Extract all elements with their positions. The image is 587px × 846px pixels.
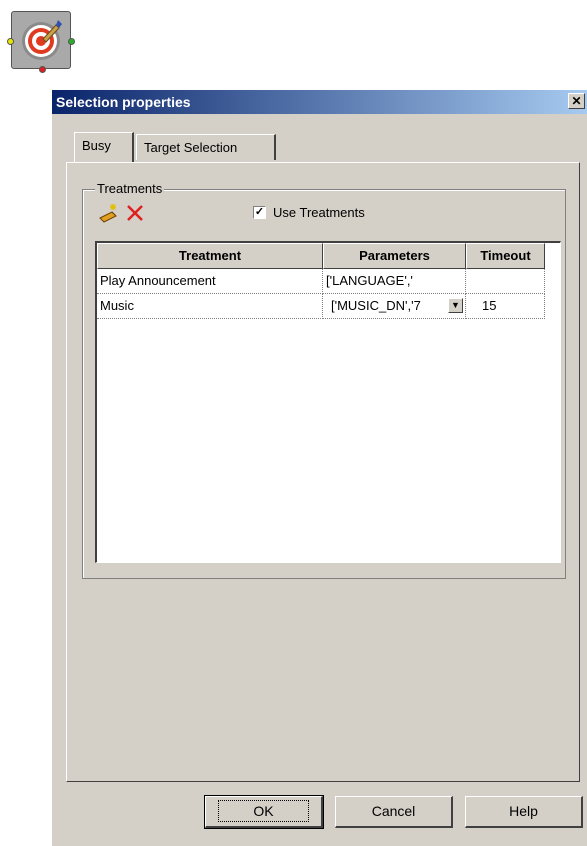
cell-treatment[interactable]: Play Announcement (97, 269, 323, 294)
input-port[interactable] (7, 38, 14, 45)
cell-timeout[interactable]: 15 (466, 294, 545, 319)
error-port[interactable] (39, 66, 46, 73)
cell-parameters-editor[interactable]: ['MUSIC_DN','7 ▼ (323, 294, 466, 319)
ok-button[interactable]: OK (204, 795, 324, 829)
column-header-treatment[interactable]: Treatment (97, 243, 323, 269)
title-bar[interactable]: Selection properties ✕ (52, 90, 587, 114)
cancel-button[interactable]: Cancel (335, 796, 453, 828)
close-button[interactable]: ✕ (568, 93, 585, 109)
cell-parameters[interactable]: ['LANGUAGE',' (323, 269, 466, 294)
target-selection-icon (22, 20, 62, 60)
treatments-group: Treatments ✓ Use Treatments Treatment Pa… (82, 181, 566, 579)
dialog-title: Selection properties (56, 94, 191, 110)
treatments-group-label: Treatments (95, 181, 165, 196)
column-header-parameters[interactable]: Parameters (323, 243, 466, 269)
dropdown-arrow-icon[interactable]: ▼ (448, 298, 463, 313)
tab-panel-busy: Treatments ✓ Use Treatments Treatment Pa… (66, 162, 580, 782)
treatments-table: Treatment Parameters Timeout Play Announ… (95, 241, 561, 563)
tab-target-selection[interactable]: Target Selection (136, 134, 276, 160)
selection-properties-dialog: Selection properties ✕ Busy Target Selec… (51, 89, 587, 846)
block-icon[interactable] (7, 11, 75, 73)
ok-button-label: OK (218, 800, 309, 822)
add-treatment-icon[interactable] (98, 202, 120, 224)
use-treatments-label: Use Treatments (273, 205, 365, 220)
column-header-timeout[interactable]: Timeout (466, 243, 545, 269)
cell-treatment[interactable]: Music (97, 294, 323, 319)
tab-busy[interactable]: Busy (74, 132, 134, 162)
use-treatments-checkbox[interactable]: ✓ (253, 206, 266, 219)
output-port[interactable] (68, 38, 75, 45)
parameters-value: ['MUSIC_DN','7 (331, 298, 421, 313)
delete-icon[interactable] (124, 202, 146, 224)
help-button[interactable]: Help (465, 796, 583, 828)
cell-timeout[interactable] (466, 269, 545, 294)
